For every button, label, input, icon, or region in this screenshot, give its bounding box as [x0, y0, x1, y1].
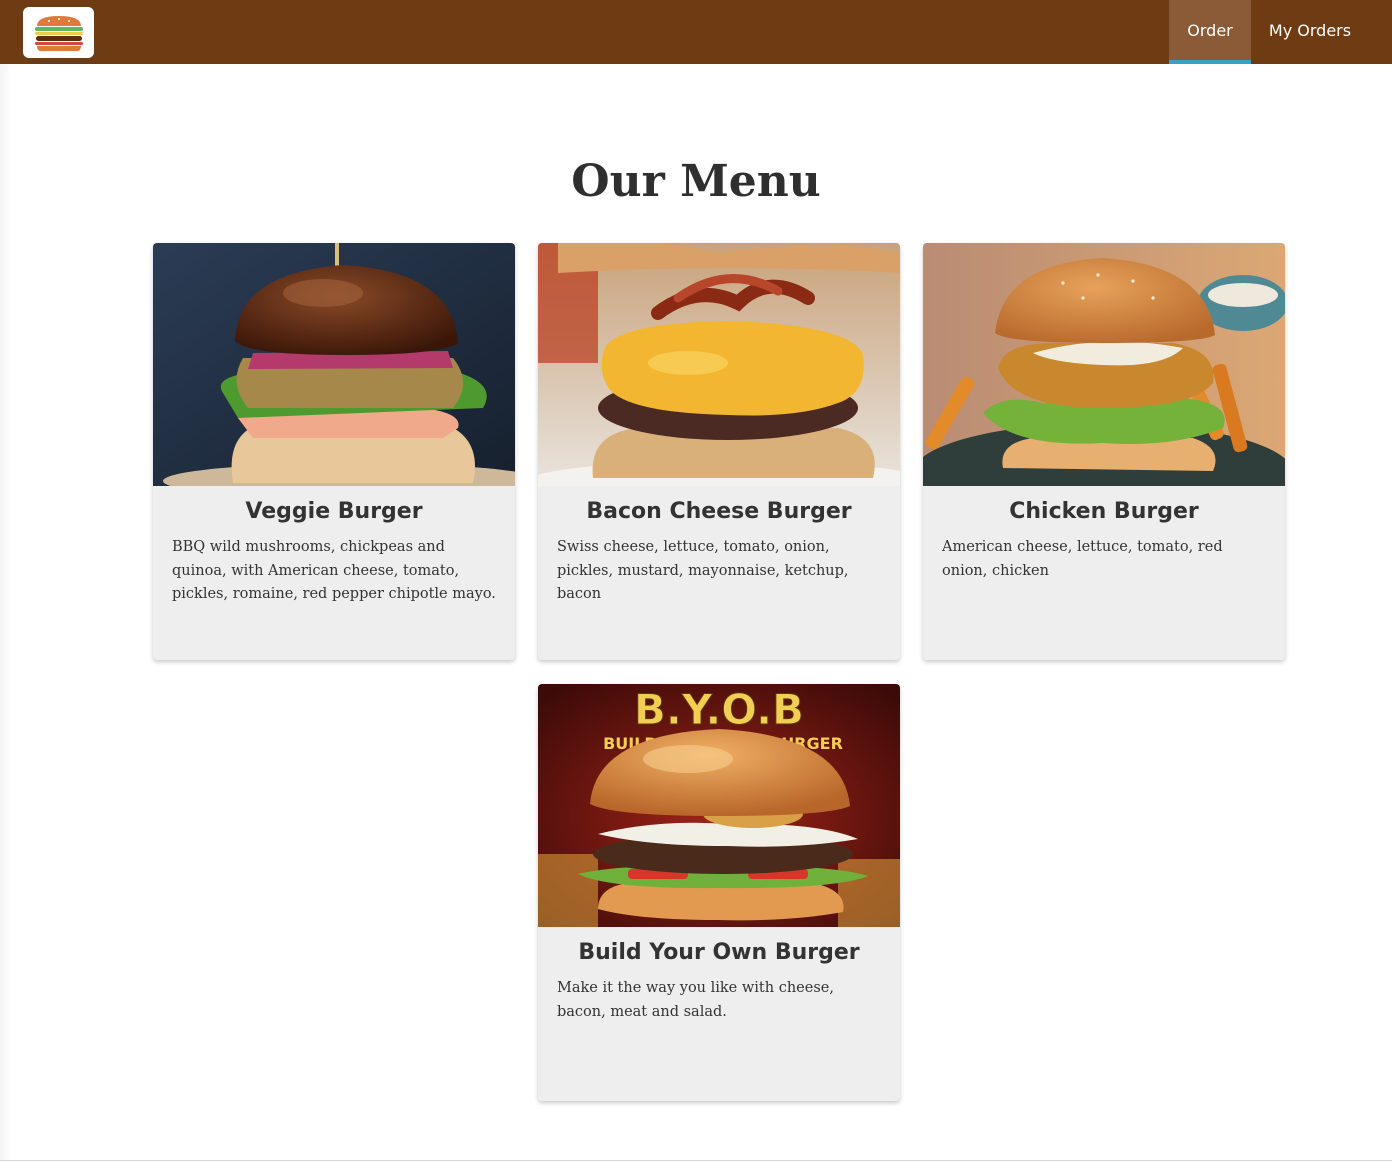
- footer-divider: [0, 1160, 1392, 1161]
- menu-card-bacon-cheese-burger[interactable]: Bacon Cheese Burger Swiss cheese, lettuc…: [538, 243, 900, 660]
- card-description: Swiss cheese, lettuce, tomato, onion, pi…: [557, 539, 849, 602]
- menu-card-build-your-own-burger[interactable]: B.Y.O.B BUILD YOUR OWN BURGER Build Your…: [538, 684, 900, 1101]
- byob-headline: B.Y.O.B: [634, 685, 804, 734]
- card-title: Bacon Cheese Burger: [586, 499, 852, 524]
- card-title: Build Your Own Burger: [578, 940, 860, 965]
- navbar: Order My Orders: [0, 0, 1392, 64]
- card-description: Make it the way you like with cheese, ba…: [557, 980, 834, 1020]
- menu-card-chicken-burger[interactable]: Chicken Burger American cheese, lettuce,…: [923, 243, 1285, 660]
- build-your-own-burger-image: B.Y.O.B BUILD YOUR OWN BURGER: [538, 684, 900, 927]
- nav-my-orders[interactable]: My Orders: [1251, 0, 1369, 64]
- card-title: Veggie Burger: [245, 499, 423, 524]
- page-title: Our Menu: [571, 156, 821, 207]
- nav-order[interactable]: Order: [1169, 0, 1251, 64]
- menu-card-veggie-burger[interactable]: Veggie Burger BBQ wild mushrooms, chickp…: [153, 243, 515, 660]
- card-description: BBQ wild mushrooms, chickpeas and quinoa…: [172, 539, 496, 602]
- card-title: Chicken Burger: [1009, 499, 1199, 524]
- veggie-burger-image: [153, 243, 515, 486]
- left-shade: [0, 64, 12, 1160]
- card-description: American cheese, lettuce, tomato, red on…: [942, 539, 1223, 579]
- chicken-burger-image: [923, 243, 1285, 486]
- burger-icon: [35, 16, 83, 51]
- logo[interactable]: [23, 7, 94, 58]
- bacon-cheese-burger-image: [538, 243, 900, 486]
